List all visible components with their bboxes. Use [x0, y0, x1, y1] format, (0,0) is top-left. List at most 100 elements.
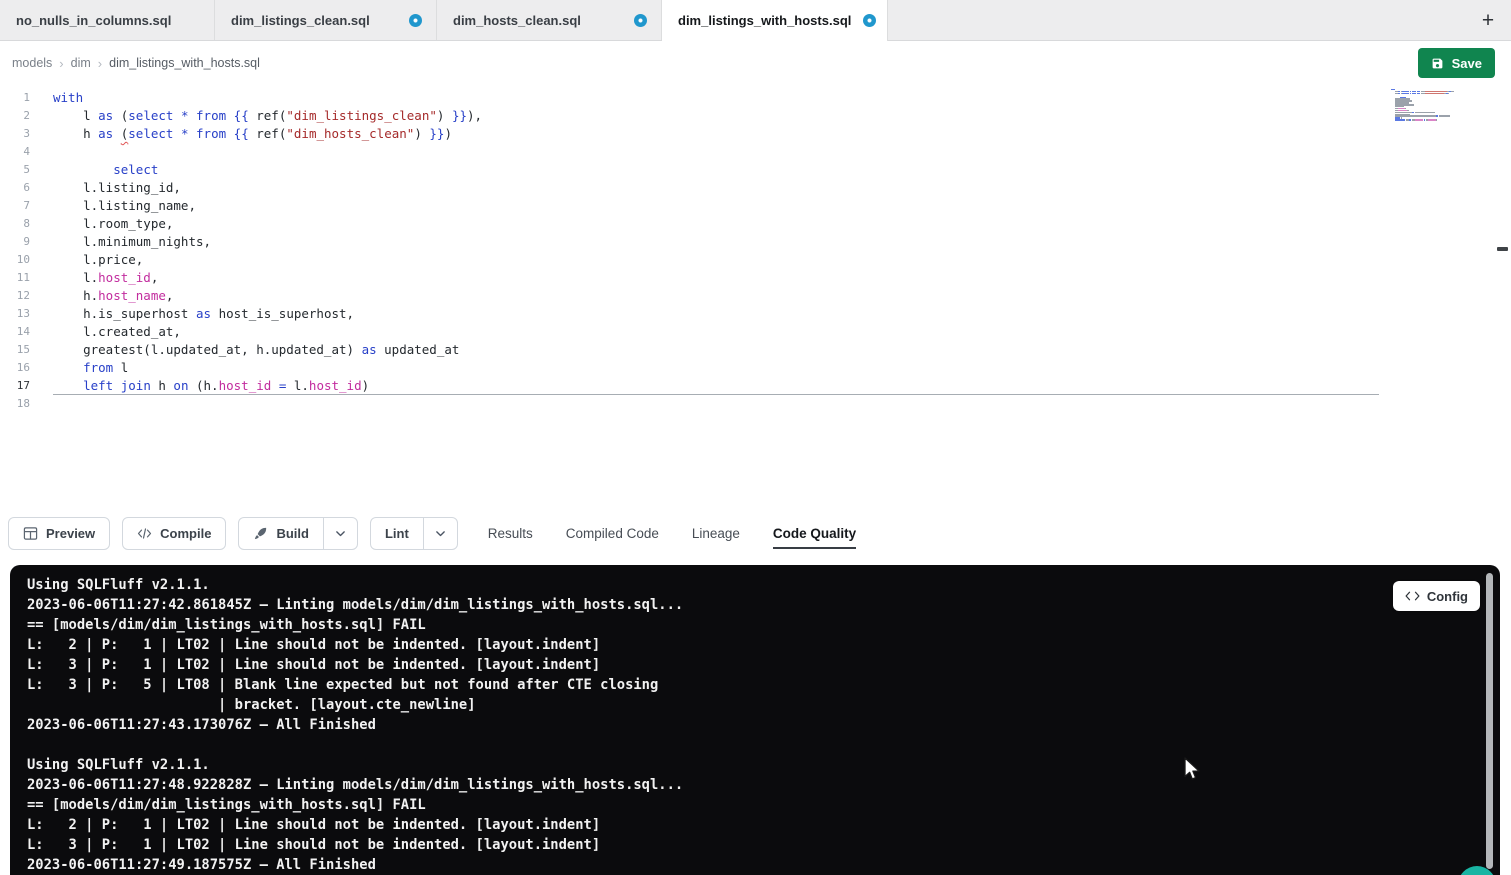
- code-token: [189, 126, 197, 141]
- lint-button-label: Lint: [385, 526, 409, 541]
- code-token: ref(: [249, 126, 287, 141]
- code-token: h.is_superhost: [53, 306, 196, 321]
- code-line-5[interactable]: 5 select: [0, 161, 1511, 179]
- code-line-2[interactable]: 2 l as (select * from {{ ref("dim_listin…: [0, 107, 1511, 125]
- build-button-group: Build: [238, 517, 358, 550]
- chevron-down-icon: [434, 527, 447, 540]
- code-text: from l: [30, 359, 128, 377]
- code-line-10[interactable]: 10 l.price,: [0, 251, 1511, 269]
- code-line-3[interactable]: 3 h as (select * from {{ ref("dim_hosts_…: [0, 125, 1511, 143]
- editor-scrollbar-marker[interactable]: [1497, 247, 1508, 251]
- code-token: l.listing_name,: [53, 198, 196, 213]
- code-text: l.host_id,: [30, 269, 158, 287]
- code-line-13[interactable]: 13 h.is_superhost as host_is_superhost,: [0, 305, 1511, 323]
- code-token: {{: [234, 108, 249, 123]
- code-line-14[interactable]: 14 l.created_at,: [0, 323, 1511, 341]
- compile-button[interactable]: Compile: [122, 517, 226, 550]
- code-token: l.minimum_nights,: [53, 234, 211, 249]
- breadcrumb-item[interactable]: models: [12, 56, 52, 70]
- code-text: l.room_type,: [30, 215, 173, 233]
- terminal-line: == [models/dim/dim_listings_with_hosts.s…: [27, 615, 1476, 635]
- code-token: ): [444, 126, 452, 141]
- code-line-1[interactable]: 1with: [0, 89, 1511, 107]
- new-tab-button[interactable]: +: [1465, 0, 1511, 41]
- code-token: {{: [234, 126, 249, 141]
- build-button[interactable]: Build: [238, 517, 324, 550]
- code-line-16[interactable]: 16 from l: [0, 359, 1511, 377]
- code-line-15[interactable]: 15 greatest(l.updated_at, h.updated_at) …: [0, 341, 1511, 359]
- code-token: select: [128, 126, 173, 141]
- code-line-17[interactable]: 17 left join h on (h.host_id = l.host_id…: [0, 377, 1511, 395]
- code-line-4[interactable]: 4: [0, 143, 1511, 161]
- tab-dim-listings-clean[interactable]: dim_listings_clean.sql: [215, 0, 437, 40]
- code-line-7[interactable]: 7 l.listing_name,: [0, 197, 1511, 215]
- preview-button[interactable]: Preview: [8, 517, 110, 550]
- minimap-token: [1439, 115, 1450, 116]
- result-tabs: Results Compiled Code Lineage Code Quality: [488, 505, 856, 561]
- code-token: host_name: [98, 288, 166, 303]
- breadcrumb-separator-icon: ›: [98, 56, 102, 71]
- editor-lines: 1with2 l as (select * from {{ ref("dim_l…: [0, 89, 1511, 413]
- code-line-18[interactable]: 18: [0, 395, 1511, 413]
- code-token: [173, 108, 181, 123]
- terminal-scrollbar[interactable]: [1486, 573, 1493, 869]
- breadcrumb-item[interactable]: dim: [71, 56, 91, 70]
- code-line-12[interactable]: 12 h.host_name,: [0, 287, 1511, 305]
- code-editor[interactable]: 1with2 l as (select * from {{ ref("dim_l…: [0, 85, 1511, 505]
- code-text: left join h on (h.host_id = l.host_id): [30, 377, 369, 395]
- result-tab-compiled-code[interactable]: Compiled Code: [566, 518, 659, 549]
- breadcrumb-item[interactable]: dim_listings_with_hosts.sql: [109, 56, 260, 70]
- lint-button[interactable]: Lint: [370, 517, 424, 550]
- minimap-line: [1391, 121, 1463, 122]
- code-token: ): [437, 108, 452, 123]
- unsaved-changes-icon[interactable]: [863, 14, 876, 27]
- code-token: select: [128, 108, 173, 123]
- line-number: 2: [0, 107, 30, 125]
- tab-dim-listings-with-hosts[interactable]: dim_listings_with_hosts.sql: [662, 0, 888, 41]
- result-tab-lineage[interactable]: Lineage: [692, 518, 740, 549]
- editor-minimap[interactable]: [1391, 89, 1463, 123]
- code-token: updated_at: [377, 342, 460, 357]
- code-token: left join: [83, 378, 151, 393]
- code-token: [53, 378, 83, 393]
- code-line-9[interactable]: 9 l.minimum_nights,: [0, 233, 1511, 251]
- file-tab-bar: no_nulls_in_columns.sql dim_listings_clea…: [0, 0, 1511, 41]
- tab-no-nulls-in-columns[interactable]: no_nulls_in_columns.sql: [0, 0, 215, 40]
- build-options-dropdown[interactable]: [323, 517, 358, 550]
- minimap-token: [1448, 93, 1449, 94]
- code-text: select: [30, 161, 158, 179]
- unsaved-changes-icon[interactable]: [409, 14, 422, 27]
- code-token: as: [98, 126, 113, 141]
- code-line-6[interactable]: 6 l.listing_id,: [0, 179, 1511, 197]
- minimap-token: [1415, 112, 1435, 113]
- code-line-8[interactable]: 8 l.room_type,: [0, 215, 1511, 233]
- code-token: "dim_hosts_clean": [286, 126, 414, 141]
- terminal-line: L: 2 | P: 1 | LT02 | Line should not be …: [27, 815, 1476, 835]
- tab-dim-hosts-clean[interactable]: dim_hosts_clean.sql: [437, 0, 662, 40]
- result-tab-results[interactable]: Results: [488, 518, 533, 549]
- code-token: from: [196, 108, 226, 123]
- lint-config-button[interactable]: Config: [1393, 581, 1480, 611]
- save-button[interactable]: Save: [1418, 48, 1495, 78]
- tab-label: dim_listings_clean.sql: [231, 13, 370, 28]
- code-text: h.host_name,: [30, 287, 173, 305]
- code-token: as: [98, 108, 113, 123]
- minimap-token: [1436, 119, 1437, 120]
- code-token: *: [181, 108, 189, 123]
- line-number: 18: [0, 395, 30, 413]
- code-token: [226, 108, 234, 123]
- rocket-icon: [253, 526, 268, 541]
- line-number: 1: [0, 89, 30, 107]
- terminal-line: 2023-06-06T11:27:42.861845Z — Linting mo…: [27, 595, 1476, 615]
- lint-options-dropdown[interactable]: [423, 517, 458, 550]
- line-number: 17: [0, 377, 30, 395]
- code-token: *: [181, 126, 189, 141]
- terminal-output[interactable]: Using SQLFluff v2.1.1.2023-06-06T11:27:4…: [27, 575, 1476, 875]
- save-icon: [1431, 57, 1444, 70]
- unsaved-changes-icon[interactable]: [634, 14, 647, 27]
- code-line-11[interactable]: 11 l.host_id,: [0, 269, 1511, 287]
- code-text: [30, 143, 53, 161]
- minimap-token: [1402, 93, 1409, 94]
- config-button-label: Config: [1427, 589, 1468, 604]
- result-tab-code-quality[interactable]: Code Quality: [773, 518, 856, 549]
